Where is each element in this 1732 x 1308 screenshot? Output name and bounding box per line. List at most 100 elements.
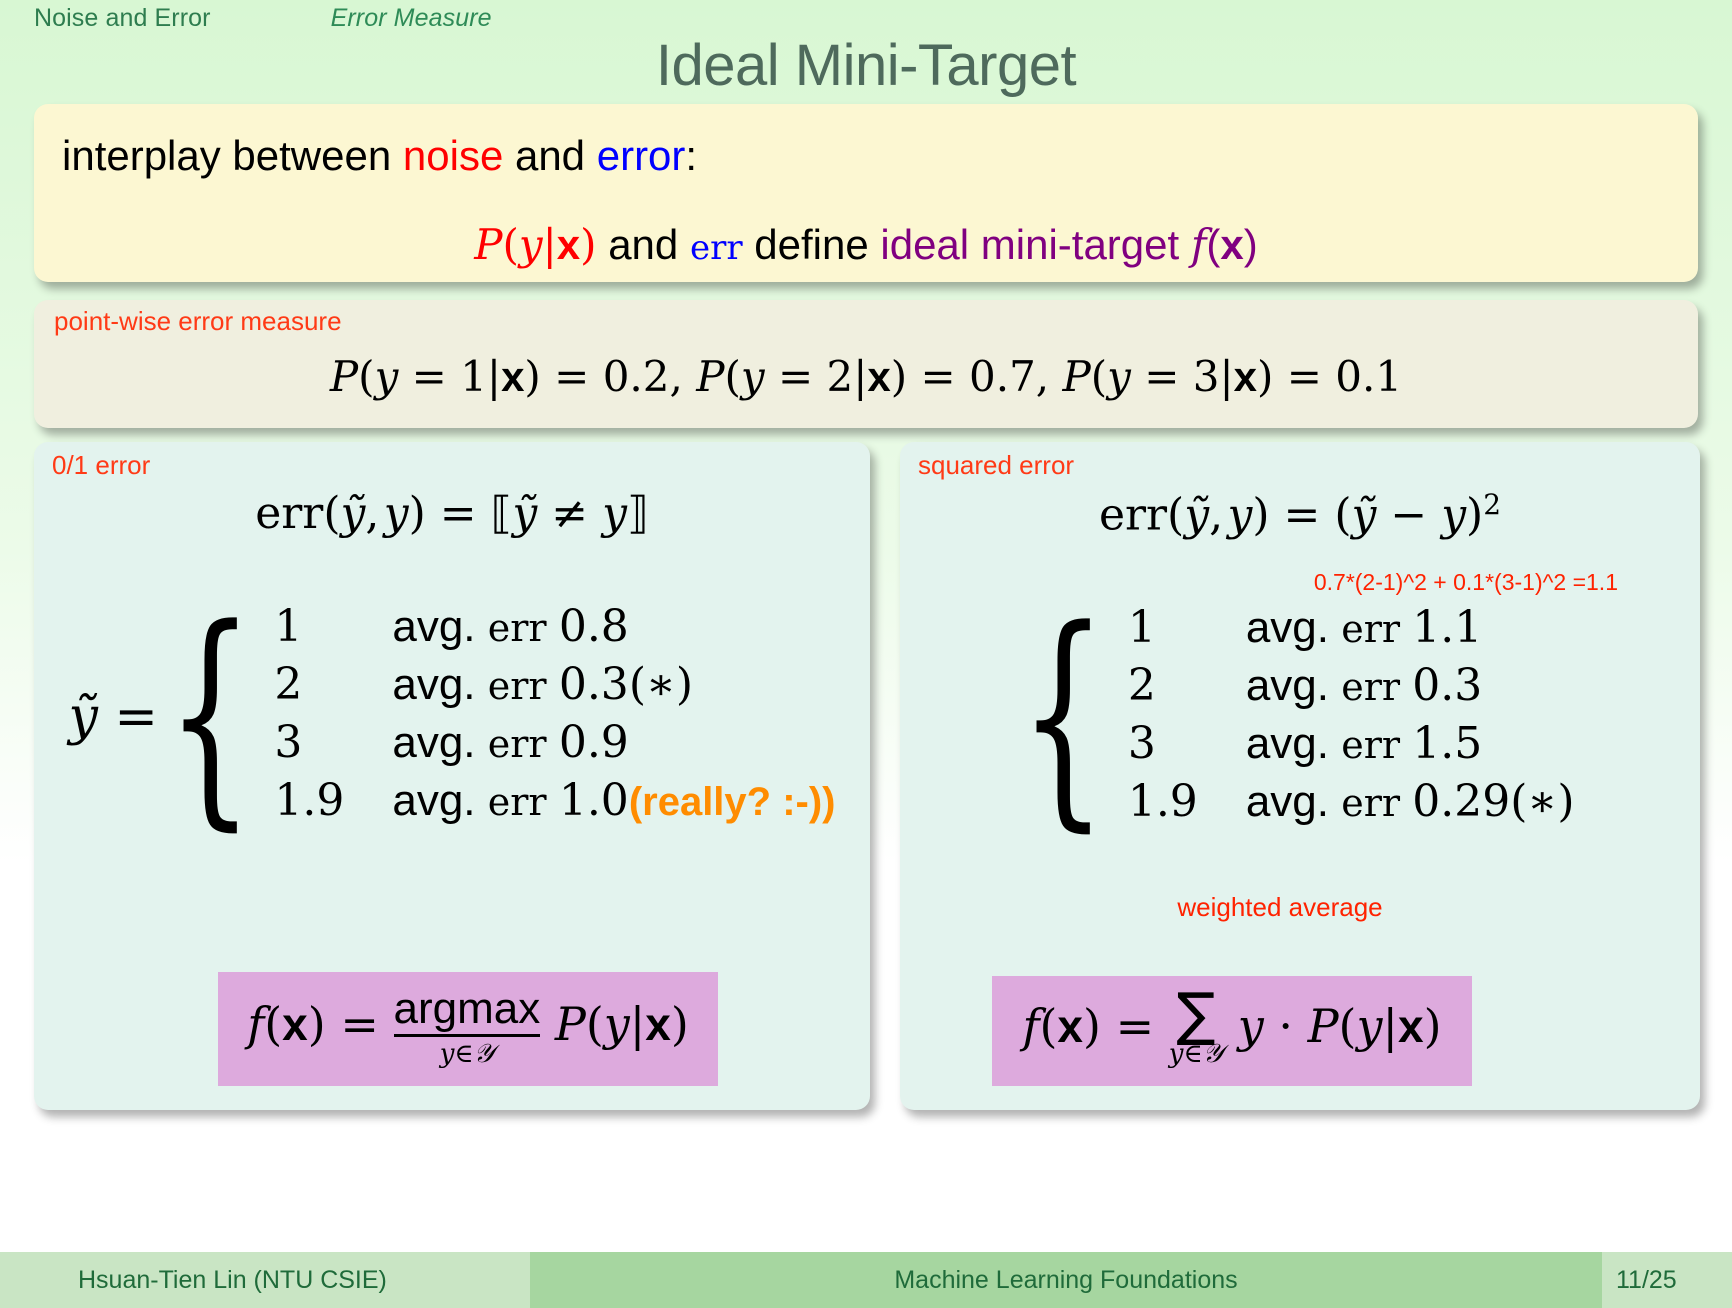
right-target-lhs: f(x) =	[1022, 998, 1155, 1053]
case-value: 2	[274, 659, 303, 710]
case-err-word: err	[487, 606, 547, 650]
case-err-value: 0.3	[558, 659, 629, 710]
footer-page-number: 11/25	[1602, 1252, 1732, 1308]
pointwise-formula: P(y = 1|x) = 0.2, P(y = 2|x) = 0.7, P(y …	[329, 352, 1403, 401]
intro-define-word: define	[742, 221, 881, 268]
cases-row: 1 avg. err 0.8	[274, 601, 835, 659]
case-value: 2	[1127, 659, 1156, 711]
zero-one-error-formula: err(ỹ, y) = ⟦ỹ ≠ y⟧	[255, 488, 649, 539]
right-target-highlight: f(x) = ∑ y∈𝒴 y · P(y|x)	[992, 975, 1472, 1086]
case-avg-label: avg.	[1245, 718, 1329, 768]
case-err-value: 0.29	[1412, 775, 1511, 827]
weighted-average-note: weighted average	[1177, 891, 1383, 922]
case-err-value: 0.3	[1412, 659, 1483, 711]
intro-error-word: error	[596, 132, 686, 179]
case-value: 3	[274, 717, 303, 768]
intro-line2-and: and	[596, 221, 690, 268]
cases-row: 2 avg. err 0.3(∗)	[274, 659, 835, 717]
case-text: avg. err 0.29(∗)	[1246, 776, 1575, 827]
summation-domain: y∈𝒴	[1168, 1038, 1224, 1069]
intro-and-word: and	[503, 132, 597, 179]
subsection-label: Error Measure	[330, 4, 492, 32]
page-title: Ideal Mini-Target	[655, 33, 1077, 98]
right-target-rhs: y · P(y|x)	[1237, 998, 1442, 1053]
case-text: avg. err 0.3	[1246, 660, 1482, 711]
case-value: 1	[1127, 601, 1156, 653]
case-err-value: 1.0	[558, 775, 629, 826]
footer-author: Hsuan-Tien Lin (NTU CSIE)	[0, 1252, 530, 1308]
slide-canvas: Noise and Error Error Measure Ideal Mini…	[0, 0, 1732, 1308]
right-cases-rows: 1 avg. err 1.1 2 avg. err 0.3 3 avg. err	[1128, 602, 1575, 834]
case-err-value: 0.8	[558, 601, 629, 652]
case-err-word: err	[1341, 606, 1401, 651]
case-err-value: 1.1	[1412, 601, 1483, 653]
argmax-operator: argmax y∈𝒴	[393, 985, 541, 1070]
right-target-formula: f(x) = ∑ y∈𝒴 y · P(y|x)	[1002, 979, 1462, 1070]
intro-block: interplay between noise and error: P(y|x…	[34, 104, 1698, 282]
case-text: avg. err 0.3(∗)	[392, 659, 693, 710]
left-target-rhs: P(y|x)	[554, 996, 689, 1051]
case-mark: (∗)	[628, 659, 694, 710]
intro-line-2: P(y|x) and err define ideal mini-target …	[58, 220, 1674, 269]
case-avg-label: avg.	[392, 660, 476, 709]
intro-probability-term: P(y|x)	[474, 220, 597, 269]
case-err-word: err	[1341, 780, 1401, 825]
intro-err-word: err	[689, 228, 743, 268]
argmax-label: argmax	[393, 985, 541, 1037]
case-avg-label: avg.	[392, 602, 476, 651]
case-text: avg. err 1.0(really? :-))	[392, 775, 835, 826]
pointwise-block-title: point-wise error measure	[54, 306, 342, 336]
case-err-value: 0.9	[558, 717, 629, 768]
case-text: avg. err 0.8	[392, 601, 628, 652]
case-avg-label: avg.	[392, 718, 476, 767]
case-avg-label: avg.	[392, 776, 476, 825]
zero-one-error-block: 0/1 error err(ỹ, y) = ⟦ỹ ≠ y⟧ ỹ = { 1 av…	[34, 442, 870, 1110]
case-text: avg. err 1.5	[1246, 718, 1482, 769]
intro-noise-word: noise	[402, 132, 504, 179]
left-cases-rows: 1 avg. err 0.8 2 avg. err 0.3(∗) 3 avg. …	[274, 601, 835, 833]
argmax-domain: y∈𝒴	[439, 1038, 495, 1069]
sigma-icon: ∑	[1176, 979, 1216, 1048]
right-cases-group: { 1 avg. err 1.1 2 avg. err 0.3 3 avg. e…	[918, 581, 1682, 853]
right-block-title: squared error	[918, 450, 1075, 480]
case-err-word: err	[1341, 664, 1401, 709]
intro-prefix: interplay between	[62, 132, 403, 179]
left-target-highlight: f(x) = argmax y∈𝒴 P(y|x)	[218, 971, 718, 1086]
case-text: avg. err 0.9	[392, 717, 628, 768]
case-value: 1	[274, 601, 303, 652]
cases-row: 1 avg. err 1.1	[1128, 602, 1575, 660]
case-text: avg. err 1.1	[1246, 602, 1482, 653]
summation-operator: ∑ y∈𝒴	[1168, 979, 1224, 1070]
left-block-title: 0/1 error	[52, 450, 151, 480]
intro-colon: :	[685, 132, 698, 179]
intro-line-1: interplay between noise and error:	[62, 132, 1674, 180]
cases-row: 2 avg. err 0.3	[1128, 660, 1575, 718]
intro-ideal-target: ideal mini-target f(x)	[880, 220, 1258, 269]
case-avg-label: avg.	[1245, 776, 1329, 826]
case-err-word: err	[1341, 722, 1401, 767]
left-target-lhs: f(x) =	[247, 996, 379, 1051]
section-label: Noise and Error	[34, 4, 211, 32]
case-err-word: err	[487, 664, 547, 708]
case-err-value: 1.5	[1412, 717, 1483, 769]
case-err-word: err	[487, 780, 547, 824]
cases-row: 1.9 avg. err 0.29(∗)	[1128, 776, 1575, 834]
cases-row: 3 avg. err 1.5	[1128, 718, 1575, 776]
case-value: 1.9	[274, 775, 345, 826]
footer-course: Machine Learning Foundations	[530, 1252, 1602, 1308]
case-value: 3	[1127, 717, 1156, 769]
case-note: (really? :-))	[628, 780, 836, 824]
right-curly-brace: {	[1019, 581, 1108, 853]
case-avg-label: avg.	[1245, 602, 1329, 652]
squared-error-block: squared error err(ỹ, y) = (ỹ − y)2 0.7*(…	[900, 442, 1700, 1110]
case-mark: (∗)	[1510, 775, 1575, 827]
case-err-word: err	[487, 722, 547, 766]
case-value: 1.9	[1127, 775, 1198, 827]
cases-row: 1.9 avg. err 1.0(really? :-))	[274, 775, 835, 833]
squared-exponent: 2	[1483, 488, 1502, 521]
left-cases-group: ỹ = { 1 avg. err 0.8 2 avg. err 0.3(∗) 3	[52, 600, 852, 833]
squared-error-formula: err(ỹ, y) = (ỹ − y)2	[1098, 488, 1502, 541]
left-cases-lhs: ỹ =	[68, 687, 159, 747]
pointwise-error-block: point-wise error measure P(y = 1|x) = 0.…	[34, 300, 1698, 428]
left-target-formula: f(x) = argmax y∈𝒴 P(y|x)	[228, 985, 708, 1070]
